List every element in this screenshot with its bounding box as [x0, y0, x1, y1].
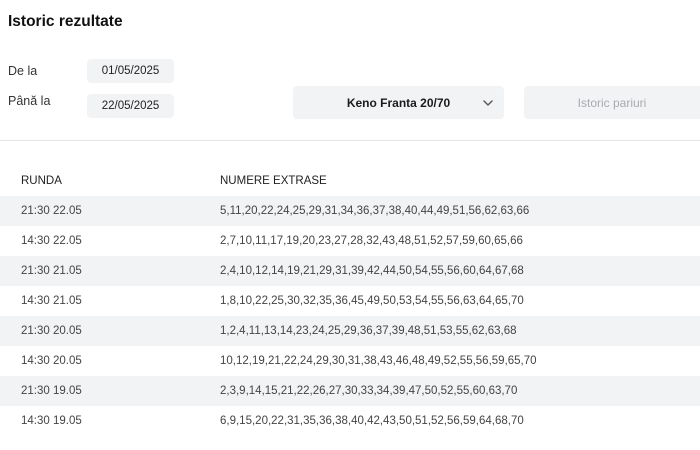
round-cell: 21:30 21.05 [21, 265, 82, 277]
column-header-numbers: NUMERE EXTRASE [220, 175, 327, 187]
column-header-round: RUNDA [21, 175, 62, 187]
date-from-label: De la [8, 64, 38, 78]
numbers-cell: 5,11,20,22,24,25,29,31,34,36,37,38,40,44… [220, 205, 530, 217]
chevron-down-icon [483, 100, 493, 106]
round-cell: 14:30 19.05 [21, 415, 82, 427]
numbers-cell: 1,8,10,22,25,30,32,35,36,45,49,50,53,54,… [220, 295, 524, 307]
numbers-cell: 2,4,10,12,14,19,21,29,31,39,42,44,50,54,… [220, 265, 524, 277]
table-header: RUNDA NUMERE EXTRASE [0, 166, 700, 196]
table-row: 21:30 20.05 1,2,4,11,13,14,23,24,25,29,3… [0, 316, 700, 346]
date-from-input[interactable]: 01/05/2025 [87, 59, 174, 83]
numbers-cell: 2,3,9,14,15,21,22,26,27,30,33,34,39,47,5… [220, 385, 518, 397]
round-cell: 21:30 20.05 [21, 325, 82, 337]
page-title: Istoric rezultate [8, 13, 123, 30]
numbers-cell: 10,12,19,21,22,24,29,30,31,38,43,46,48,4… [220, 355, 537, 367]
numbers-cell: 6,9,15,20,22,31,35,36,38,40,42,43,50,51,… [220, 415, 524, 427]
round-cell: 14:30 20.05 [21, 355, 82, 367]
numbers-cell: 1,2,4,11,13,14,23,24,25,29,36,37,39,48,5… [220, 325, 517, 337]
date-to-label: Până la [8, 94, 51, 108]
numbers-cell: 2,7,10,11,17,19,20,23,27,28,32,43,48,51,… [220, 235, 523, 247]
round-cell: 14:30 21.05 [21, 295, 82, 307]
table-row: 21:30 21.05 2,4,10,12,14,19,21,29,31,39,… [0, 256, 700, 286]
game-select-value: Keno Franta 20/70 [346, 95, 451, 110]
table-row: 14:30 20.05 10,12,19,21,22,24,29,30,31,3… [0, 346, 700, 376]
round-cell: 21:30 22.05 [21, 205, 82, 217]
table-row: 21:30 19.05 2,3,9,14,15,21,22,26,27,30,3… [0, 376, 700, 406]
table-row: 14:30 21.05 1,8,10,22,25,30,32,35,36,45,… [0, 286, 700, 316]
section-divider [0, 140, 700, 141]
table-row: 14:30 22.05 2,7,10,11,17,19,20,23,27,28,… [0, 226, 700, 256]
game-select-dropdown[interactable]: Keno Franta 20/70 [293, 86, 504, 119]
bet-history-button[interactable]: Istoric pariuri [524, 86, 700, 119]
round-cell: 14:30 22.05 [21, 235, 82, 247]
date-to-input[interactable]: 22/05/2025 [87, 94, 174, 118]
table-row: 21:30 22.05 5,11,20,22,24,25,29,31,34,36… [0, 196, 700, 226]
table-row: 14:30 19.05 6,9,15,20,22,31,35,36,38,40,… [0, 406, 700, 436]
results-table: RUNDA NUMERE EXTRASE 21:30 22.05 5,11,20… [0, 166, 700, 436]
round-cell: 21:30 19.05 [21, 385, 82, 397]
